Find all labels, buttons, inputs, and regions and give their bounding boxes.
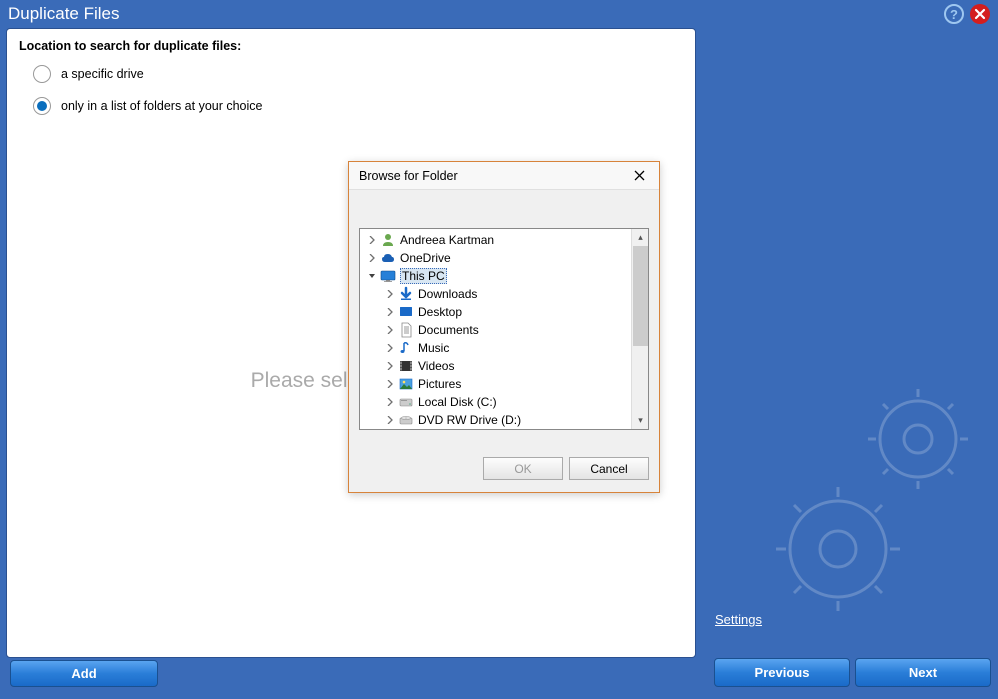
music-icon [398, 340, 414, 356]
next-button[interactable]: Next [855, 658, 991, 687]
close-icon [974, 8, 986, 20]
window-titlebar: Duplicate Files ? [0, 0, 998, 28]
chevron-right-icon[interactable] [384, 288, 396, 300]
tree-item-label: Desktop [418, 305, 462, 319]
user-icon [380, 232, 396, 248]
tree-item[interactable]: Music [360, 339, 630, 357]
tree-item[interactable]: Videos [360, 357, 630, 375]
tree-item[interactable]: Local Disk (C:) [360, 393, 630, 411]
chevron-right-icon[interactable] [384, 342, 396, 354]
monitor-icon [380, 268, 396, 284]
tree-item-label: Local Disk (C:) [418, 395, 497, 409]
radio-label-drive: a specific drive [61, 67, 144, 81]
chevron-right-icon[interactable] [366, 234, 378, 246]
settings-link[interactable]: Settings [715, 612, 762, 627]
disk-icon [398, 394, 414, 410]
chevron-right-icon[interactable] [384, 414, 396, 426]
chevron-right-icon[interactable] [384, 396, 396, 408]
location-prompt: Location to search for duplicate files: [19, 39, 683, 53]
add-button[interactable]: Add [10, 660, 158, 687]
radio-option-drive[interactable]: a specific drive [33, 65, 683, 83]
tree-item[interactable]: This PC [360, 267, 630, 285]
chevron-right-icon[interactable] [384, 306, 396, 318]
cloud-icon [380, 250, 396, 266]
help-button[interactable]: ? [944, 4, 964, 24]
gears-decoration [758, 369, 988, 619]
dialog-button-row: OK Cancel [483, 457, 649, 480]
cancel-button[interactable]: Cancel [569, 457, 649, 480]
tree-item-label: Videos [418, 359, 454, 373]
dialog-title: Browse for Folder [359, 169, 627, 183]
tree-item-label: Music [418, 341, 449, 355]
ok-button[interactable]: OK [483, 457, 563, 480]
tree-item-label: Downloads [418, 287, 477, 301]
tree-item-label: Andreea Kartman [400, 233, 494, 247]
folder-tree: Andreea Kartman OneDrive This PC Downloads D… [359, 228, 649, 430]
scroll-down-button[interactable]: ▾ [632, 412, 649, 429]
scroll-thumb[interactable] [633, 246, 648, 346]
window-title: Duplicate Files [8, 4, 944, 24]
chevron-right-icon[interactable] [384, 378, 396, 390]
chevron-right-icon[interactable] [384, 324, 396, 336]
chevron-right-icon[interactable] [366, 252, 378, 264]
picture-icon [398, 376, 414, 392]
radio-icon [33, 97, 51, 115]
download-icon [398, 286, 414, 302]
dialog-close-button[interactable] [627, 166, 651, 186]
tree-item-label: OneDrive [400, 251, 451, 265]
tree-scrollbar[interactable]: ▴ ▾ [631, 229, 648, 429]
tree-item[interactable]: Desktop [360, 303, 630, 321]
radio-option-folders[interactable]: only in a list of folders at your choice [33, 97, 683, 115]
dvd-icon [398, 412, 414, 428]
close-button[interactable] [970, 4, 990, 24]
scroll-up-button[interactable]: ▴ [632, 229, 649, 246]
tree-item[interactable]: OneDrive [360, 249, 630, 267]
chevron-right-icon[interactable] [384, 360, 396, 372]
tree-item[interactable]: Documents [360, 321, 630, 339]
dialog-titlebar: Browse for Folder [349, 162, 659, 190]
document-icon [398, 322, 414, 338]
previous-button[interactable]: Previous [714, 658, 850, 687]
tree-item[interactable]: Pictures [360, 375, 630, 393]
close-icon [634, 170, 645, 181]
tree-item[interactable]: Downloads [360, 285, 630, 303]
tree-item-label: This PC [400, 268, 447, 284]
browse-folder-dialog: Browse for Folder Andreea Kartman OneDriv… [348, 161, 660, 493]
tree-item[interactable]: Andreea Kartman [360, 231, 630, 249]
radio-icon [33, 65, 51, 83]
tree-item-label: Documents [418, 323, 479, 337]
video-icon [398, 358, 414, 374]
tree-item[interactable]: DVD RW Drive (D:) [360, 411, 630, 429]
radio-label-folders: only in a list of folders at your choice [61, 99, 263, 113]
desktop-icon [398, 304, 414, 320]
tree-item-label: DVD RW Drive (D:) [418, 413, 521, 427]
tree-item-label: Pictures [418, 377, 461, 391]
chevron-down-icon[interactable] [366, 270, 378, 282]
